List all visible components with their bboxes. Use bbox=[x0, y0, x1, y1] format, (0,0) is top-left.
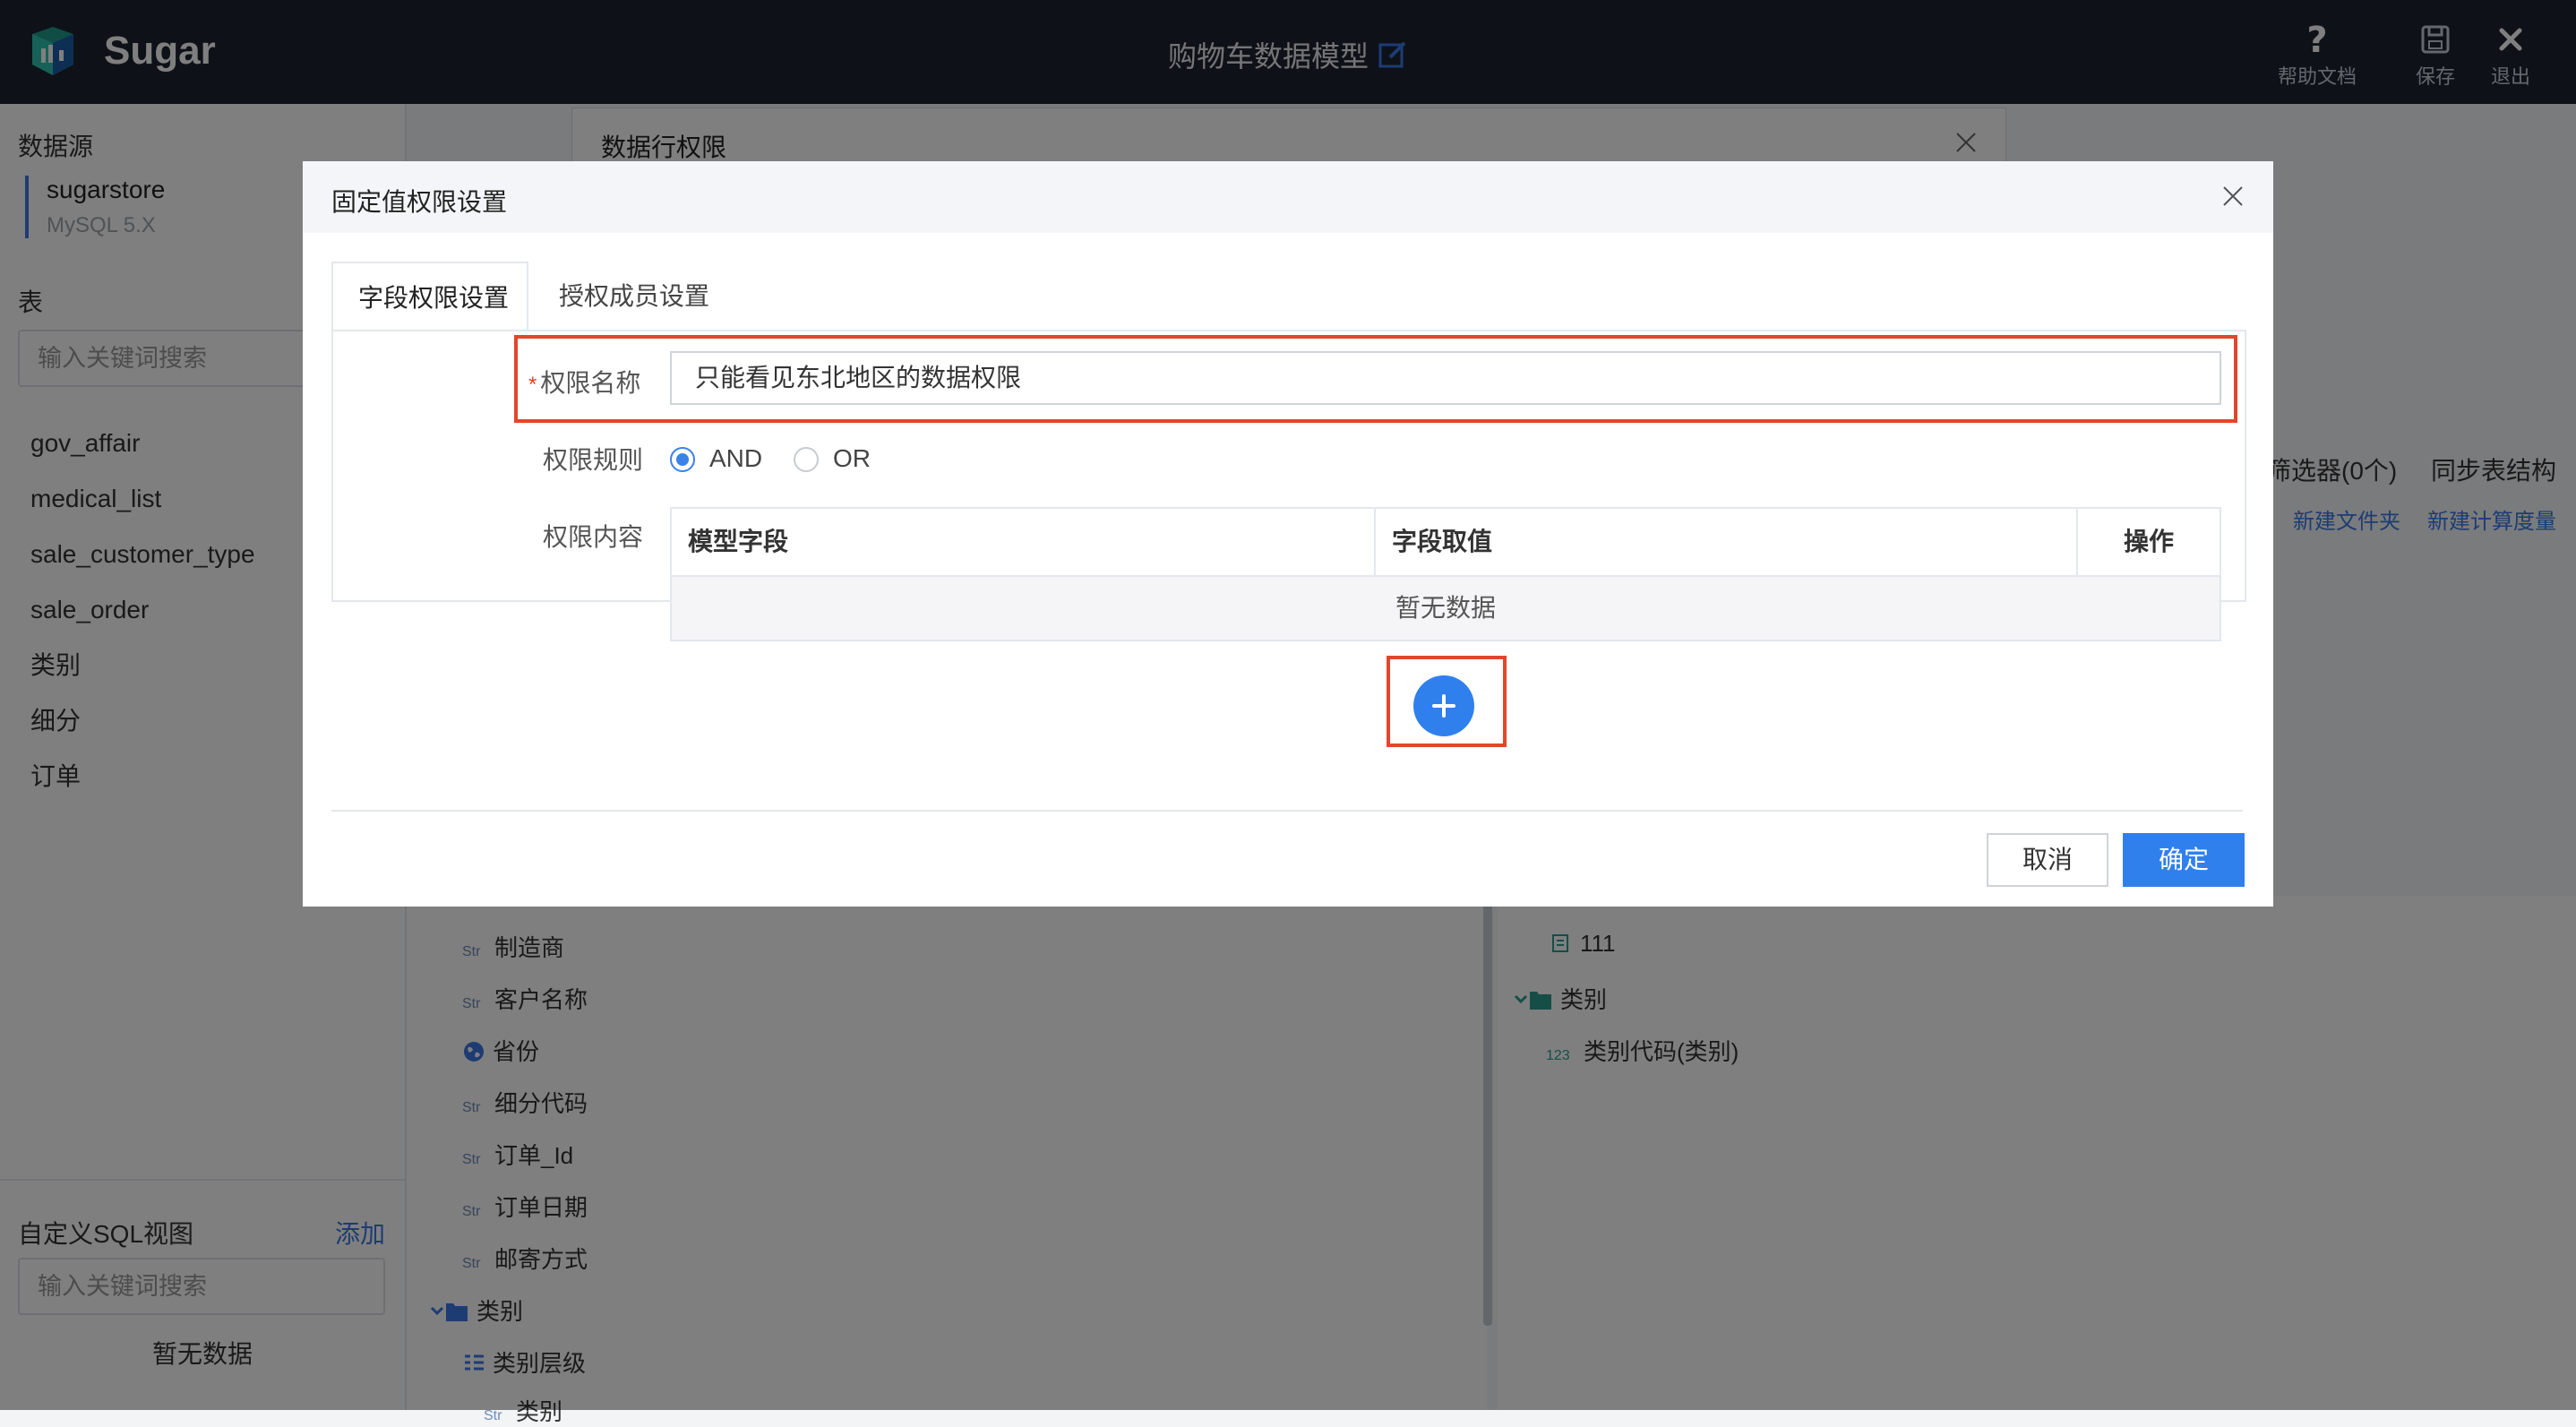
cancel-button[interactable]: 取消 bbox=[1987, 833, 2108, 887]
radio-checked-icon bbox=[670, 447, 695, 472]
rule-or-label: OR bbox=[833, 444, 871, 472]
table-header: 模型字段 字段取值 操作 bbox=[672, 509, 2220, 577]
dialog-title: 固定值权限设置 bbox=[331, 188, 508, 216]
column-header-model-field: 模型字段 bbox=[672, 509, 1376, 575]
tab-field-permission[interactable]: 字段权限设置 bbox=[331, 262, 528, 331]
highlight-box bbox=[514, 335, 2237, 423]
tab-member-permission[interactable]: 授权成员设置 bbox=[534, 262, 734, 331]
string-type-icon: Str bbox=[484, 1408, 502, 1423]
permission-content-label: 权限内容 bbox=[543, 523, 644, 551]
ok-button[interactable]: 确定 bbox=[2123, 833, 2245, 887]
rule-and-radio[interactable]: AND bbox=[670, 444, 762, 477]
fixed-value-permission-dialog: 固定值权限设置 字段权限设置 授权成员设置 * 权限名称 只能看见东北地区的数据权… bbox=[303, 161, 2273, 907]
highlight-box bbox=[1387, 656, 1507, 747]
rule-and-label: AND bbox=[709, 444, 763, 472]
column-header-action: 操作 bbox=[2123, 528, 2174, 555]
column-header-field-value: 字段取值 bbox=[1376, 509, 2078, 575]
permission-rule-label: 权限规则 bbox=[543, 446, 644, 474]
close-icon[interactable] bbox=[2220, 183, 2246, 210]
footer-divider bbox=[331, 810, 2243, 812]
permission-content-table: 模型字段 字段取值 操作 暂无数据 bbox=[670, 507, 2221, 641]
dialog-header: 固定值权限设置 bbox=[303, 161, 2273, 233]
rule-or-radio[interactable]: OR bbox=[794, 444, 871, 477]
table-empty-note: 暂无数据 bbox=[672, 577, 2220, 640]
radio-unchecked-icon bbox=[794, 447, 819, 472]
